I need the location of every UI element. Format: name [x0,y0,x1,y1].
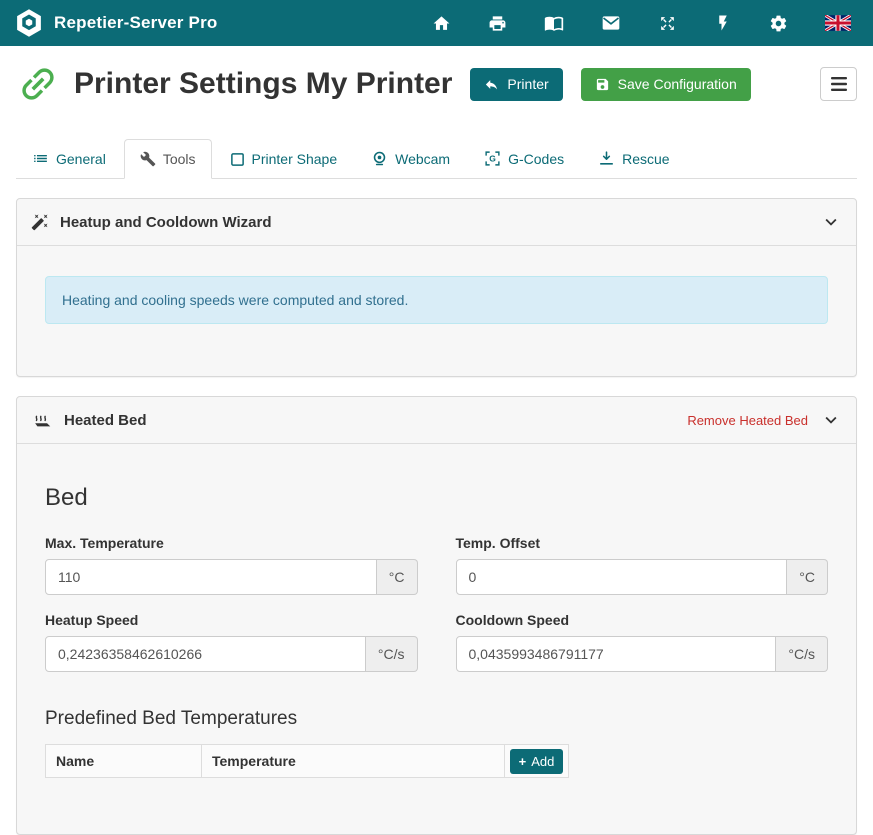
chevron-down-icon[interactable] [820,211,842,233]
heatup-speed-input[interactable] [45,636,366,672]
list-icon [32,150,49,167]
bed-form: Max. Temperature °C Temp. Offset °C Heat… [45,518,828,672]
tab-general[interactable]: General [16,138,122,179]
tab-label: Webcam [395,151,450,167]
temp-offset-input[interactable] [456,559,788,595]
expand-icon[interactable] [658,14,677,33]
remove-heated-bed-link[interactable]: Remove Heated Bed [687,413,808,428]
heated-bed-panel: Heated Bed Remove Heated Bed Bed Max. Te… [16,396,857,835]
tab-webcam[interactable]: Webcam [355,138,466,179]
book-icon[interactable] [544,13,564,33]
panel-title: Heated Bed [64,412,147,429]
square-outline-icon [230,152,245,167]
field-label: Temp. Offset [456,535,829,551]
tab-label: Printer Shape [252,151,338,167]
unit-addon: °C/s [776,636,828,672]
top-navbar: Repetier-Server Pro [0,0,873,46]
table-header-add: + Add [505,745,569,778]
tab-tools[interactable]: Tools [124,139,212,179]
wizard-panel-body: Heating and cooling speeds were computed… [17,246,856,376]
save-configuration-button[interactable]: Save Configuration [581,68,751,101]
field-label: Max. Temperature [45,535,418,551]
add-button-label: Add [531,754,554,769]
field-label: Cooldown Speed [456,612,829,628]
plus-icon: + [519,754,527,769]
tab-label: G-Codes [508,151,564,167]
unit-addon: °C [377,559,418,595]
link-icon [16,62,60,106]
field-label: Heatup Speed [45,612,418,628]
field-cooldown-speed: Cooldown Speed °C/s [456,595,829,672]
svg-text:G: G [489,154,496,164]
tab-label: Rescue [622,151,669,167]
unit-addon: °C/s [366,636,418,672]
printer-button-label: Printer [507,77,548,91]
field-temp-offset: Temp. Offset °C [456,518,829,595]
tab-label: General [56,151,106,167]
field-max-temperature: Max. Temperature °C [45,518,418,595]
wizard-panel: Heatup and Cooldown Wizard Heating and c… [16,198,857,377]
info-alert: Heating and cooling speeds were computed… [45,276,828,324]
save-icon [595,77,610,92]
printer-button[interactable]: Printer [470,68,562,101]
settings-tabs: General Tools Printer Shape Webcam G G-C… [16,138,857,179]
tab-label: Tools [163,151,196,167]
heated-bed-panel-body: Bed Max. Temperature °C Temp. Offset °C [17,484,856,834]
printer-icon[interactable] [488,14,507,33]
panel-title: Heatup and Cooldown Wizard [60,214,272,231]
table-header-name: Name [46,745,202,778]
brand-text: Repetier-Server Pro [54,13,217,33]
chevron-down-icon[interactable] [820,409,842,431]
wizard-panel-heading[interactable]: Heatup and Cooldown Wizard [17,199,856,246]
predefined-temps-title: Predefined Bed Temperatures [45,708,828,730]
magic-wand-icon [31,213,49,231]
unit-addon: °C [787,559,828,595]
tab-g-codes[interactable]: G G-Codes [468,138,580,179]
reply-icon [484,77,499,92]
hamburger-icon [831,77,847,91]
repetier-logo [14,8,44,38]
rescue-icon [598,150,615,167]
gcode-icon: G [484,150,501,167]
home-icon[interactable] [432,14,451,33]
menu-button[interactable] [820,67,857,101]
mail-icon[interactable] [601,13,621,33]
page-header: Printer Settings My Printer Printer Save… [16,46,857,116]
tools-icon [140,151,156,167]
field-heatup-speed: Heatup Speed °C/s [45,595,418,672]
tab-printer-shape[interactable]: Printer Shape [214,139,354,179]
brand[interactable]: Repetier-Server Pro [14,8,217,38]
gear-icon[interactable] [769,14,788,33]
uk-flag-icon[interactable] [825,15,851,31]
add-temperature-button[interactable]: + Add [510,749,564,774]
tab-rescue[interactable]: Rescue [582,138,685,179]
max-temperature-input[interactable] [45,559,377,595]
bolt-icon[interactable] [714,14,732,32]
heated-bed-panel-heading[interactable]: Heated Bed Remove Heated Bed [17,397,856,444]
predefined-temps-table: Name Temperature + Add [45,744,569,778]
save-button-label: Save Configuration [618,77,737,91]
heated-bed-icon [31,409,53,431]
page-title: Printer Settings My Printer [74,67,452,101]
webcam-icon [371,150,388,167]
cooldown-speed-input[interactable] [456,636,777,672]
table-header-temperature: Temperature [202,745,505,778]
bed-section-title: Bed [45,484,828,512]
